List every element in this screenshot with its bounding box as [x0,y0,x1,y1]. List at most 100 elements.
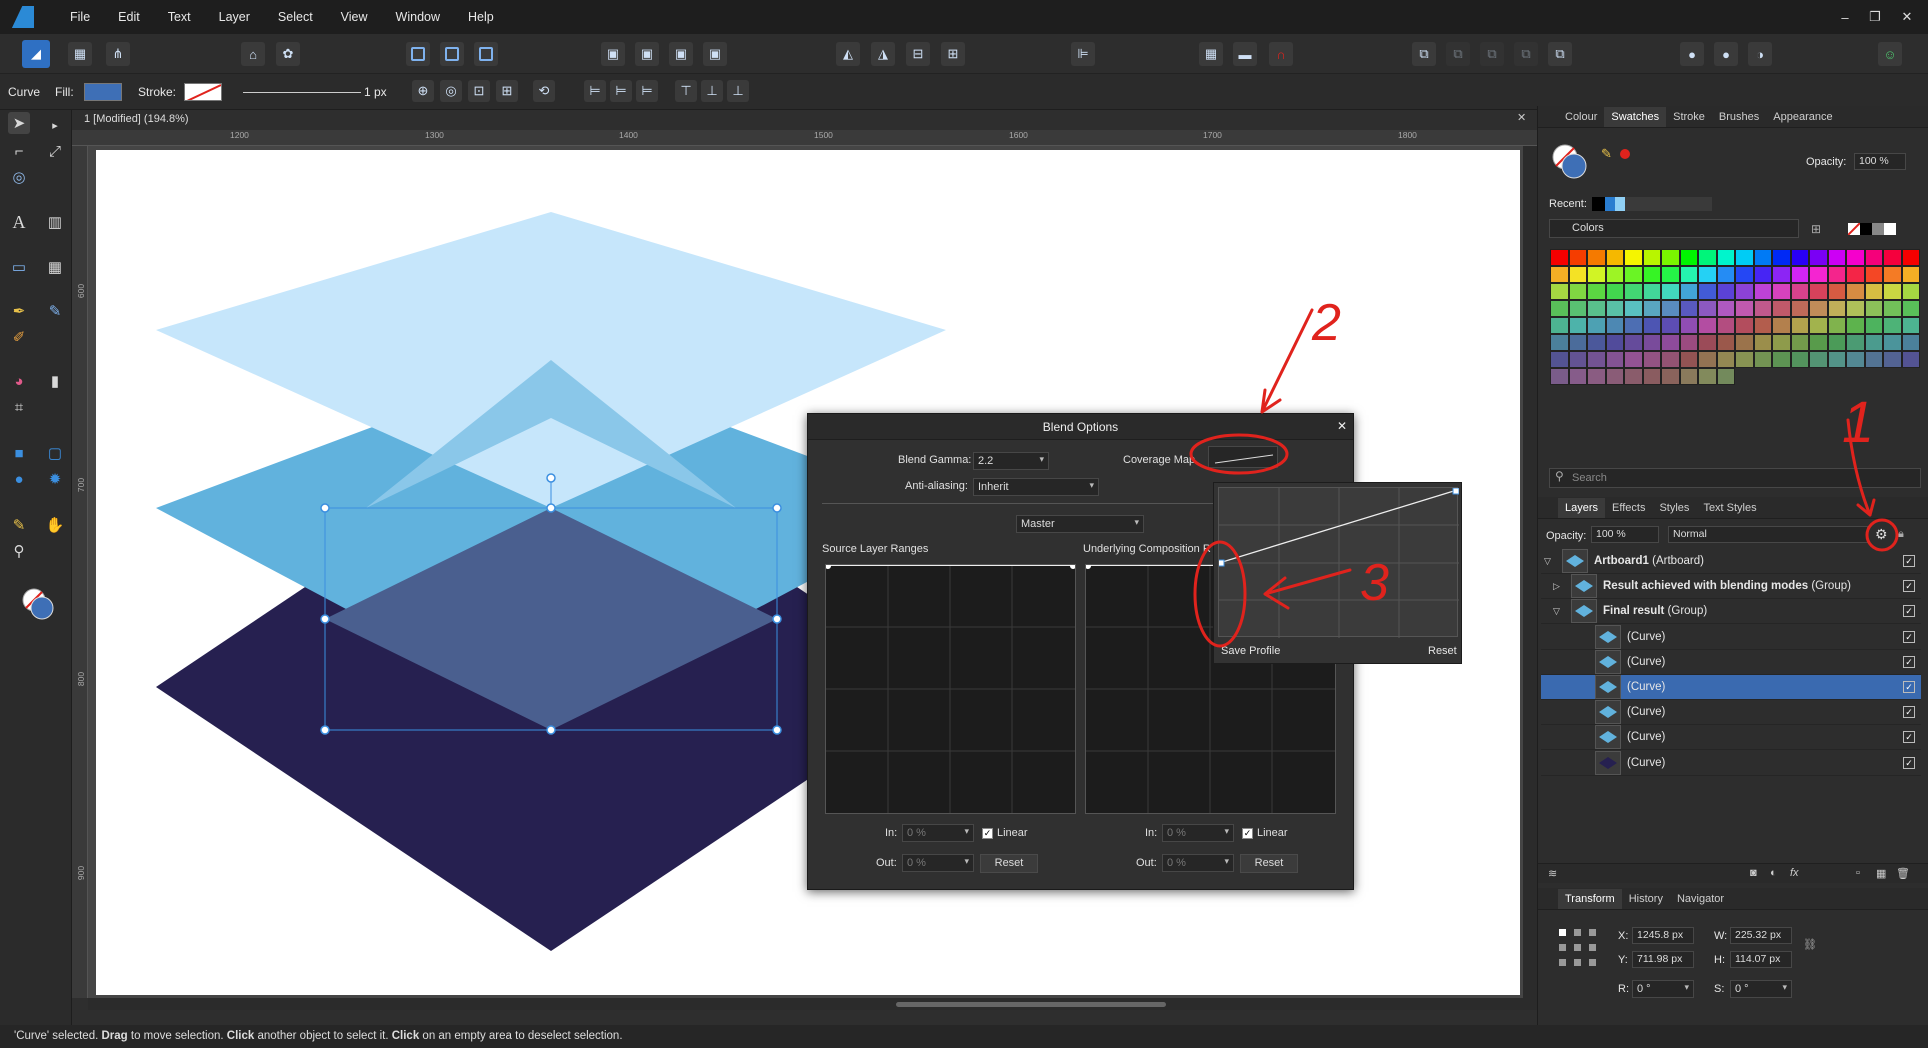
color-swatch[interactable] [1661,300,1680,317]
flip-vertical-icon[interactable]: ◮ [871,42,895,66]
color-swatch[interactable] [1716,334,1735,351]
color-swatch[interactable] [1809,317,1828,334]
align-top-icon[interactable]: ⊤ [675,80,697,102]
color-swatch[interactable] [1901,300,1920,317]
arrange-4-icon[interactable]: ▣ [703,42,727,66]
color-swatch[interactable] [1605,351,1624,368]
show-handles-icon[interactable]: ◎ [440,80,462,102]
align-center-icon[interactable]: ⊨ [610,80,632,102]
color-swatch[interactable] [1642,334,1661,351]
menu-select[interactable]: Select [264,10,327,24]
guides-icon[interactable]: ▬ [1233,42,1257,66]
zoom-tool-icon[interactable]: ⚲ [8,540,30,562]
delete-layer-icon[interactable]: 🗑︎ [1896,867,1910,880]
layer-visibility-checkbox[interactable]: ✓ [1903,605,1915,618]
tab-history[interactable]: History [1622,893,1670,905]
tab-stroke[interactable]: Stroke [1666,111,1712,123]
rotate-left-icon[interactable]: ⊟ [906,42,930,66]
color-swatch[interactable] [1735,249,1754,266]
color-swatch[interactable] [1698,351,1717,368]
underlying-in-field[interactable]: 0 % [1162,824,1234,842]
popup-reset-button[interactable]: Reset [1428,645,1457,657]
color-swatch[interactable] [1568,334,1587,351]
tab-transform[interactable]: Transform [1558,888,1622,909]
color-swatch[interactable] [1698,300,1717,317]
fill-stroke-well[interactable] [20,586,56,622]
color-swatch[interactable] [1753,300,1772,317]
color-swatch[interactable] [1846,317,1865,334]
color-swatch[interactable] [1550,283,1569,300]
color-swatch[interactable] [1790,266,1809,283]
none-black-white-swatches[interactable] [1848,223,1896,235]
color-swatch[interactable] [1827,351,1846,368]
color-swatch[interactable] [1661,266,1680,283]
color-swatch[interactable] [1716,368,1735,385]
underlying-linear-checkbox[interactable]: ✓ Linear [1242,827,1288,839]
color-swatch[interactable] [1624,300,1643,317]
align-right-icon[interactable]: ⊨ [636,80,658,102]
color-swatch[interactable] [1846,249,1865,266]
color-swatch[interactable] [1642,317,1661,334]
ellipse-tool-icon[interactable]: ● [8,468,30,490]
close-window-button[interactable]: ✕ [1890,0,1924,34]
underlying-reset-button[interactable]: Reset [1240,854,1298,873]
transform-objects-icon[interactable]: ⊞ [496,80,518,102]
arrange-3-icon[interactable]: ▣ [669,42,693,66]
color-swatch[interactable] [1864,300,1883,317]
resize-handle[interactable] [320,614,330,624]
color-swatch[interactable] [1568,317,1587,334]
color-swatch[interactable] [1772,317,1791,334]
color-swatch[interactable] [1901,317,1920,334]
color-swatch[interactable] [1642,283,1661,300]
source-reset-button[interactable]: Reset [980,854,1038,873]
color-swatch[interactable] [1679,334,1698,351]
text-tool-icon[interactable]: A [8,211,30,233]
layer-opacity-field[interactable]: 100 % [1591,526,1659,543]
color-swatch[interactable] [1550,249,1569,266]
color-swatch[interactable] [1864,266,1883,283]
tab-navigator[interactable]: Navigator [1670,893,1731,905]
color-swatch[interactable] [1753,317,1772,334]
align-bottom-icon[interactable]: ⊥ [727,80,749,102]
color-swatch[interactable] [1846,300,1865,317]
pen-tool-icon[interactable]: ✒ [8,300,30,322]
point-transform-icon[interactable]: ⤢ [44,140,66,162]
tab-colour[interactable]: Colour [1558,111,1604,123]
color-swatch[interactable] [1605,317,1624,334]
color-swatch[interactable] [1568,266,1587,283]
layer-row[interactable]: (Curve) ✓ [1541,725,1921,751]
color-swatch[interactable] [1568,351,1587,368]
rounded-rect-tool-icon[interactable]: ▢ [44,442,66,464]
snap-magnet-icon[interactable]: ∩ [1269,42,1293,66]
mask-icon[interactable]: ◙ [1750,867,1757,879]
color-swatch[interactable] [1790,300,1809,317]
snapping-icon[interactable]: ✿ [276,42,300,66]
shear-field[interactable]: 0 ° [1730,980,1792,998]
layer-row[interactable]: ▽ Final result (Group) ✓ [1541,599,1921,625]
color-swatch[interactable] [1587,334,1606,351]
blend-mode-dropdown[interactable]: Normal [1668,526,1868,543]
layer-visibility-checkbox[interactable]: ✓ [1903,655,1915,668]
stroke-width-slider[interactable] [243,92,361,93]
color-swatch[interactable] [1587,249,1606,266]
designer-persona-icon[interactable]: ◢ [22,40,50,68]
layer-visibility-checkbox[interactable]: ✓ [1903,580,1915,593]
close-dialog-icon[interactable]: ✕ [1337,419,1347,433]
rotate-right-icon[interactable]: ⊞ [941,42,965,66]
search-input[interactable]: Search [1549,468,1921,488]
palette-dropdown[interactable]: Colors [1549,219,1799,238]
color-swatch[interactable] [1642,368,1661,385]
coverage-map-button[interactable] [1208,446,1278,468]
color-swatch[interactable] [1605,283,1624,300]
color-swatch[interactable] [1846,266,1865,283]
layers-stack-icon[interactable]: ≋ [1548,867,1557,880]
color-swatch[interactable] [1587,283,1606,300]
color-swatch[interactable] [1587,368,1606,385]
color-swatch[interactable] [1642,300,1661,317]
color-swatch[interactable] [1661,283,1680,300]
color-swatch[interactable] [1716,266,1735,283]
tab-swatches[interactable]: Swatches [1604,106,1667,127]
color-swatch[interactable] [1753,266,1772,283]
coverage-curve-graph[interactable] [1217,487,1460,638]
color-swatch[interactable] [1624,351,1643,368]
